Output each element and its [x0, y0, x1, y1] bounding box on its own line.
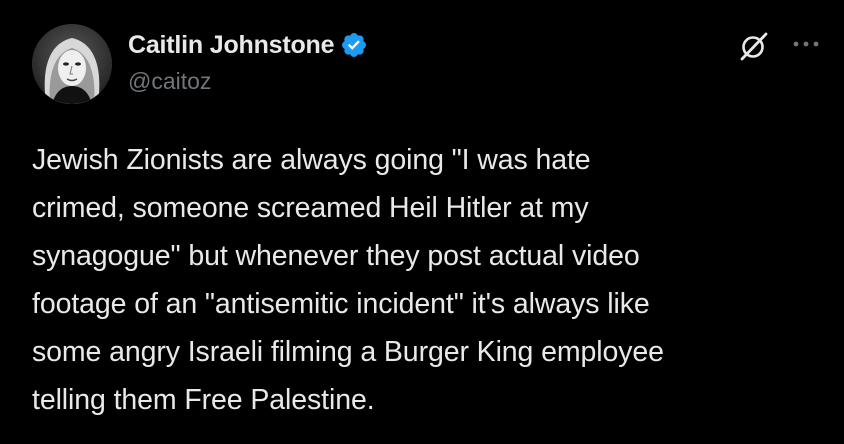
tweet-text-line: footage of an "antisemitic incident" it'… — [32, 288, 650, 320]
tweet-body: Jewish Zionists are always going "I was … — [32, 136, 822, 424]
avatar-image — [32, 24, 112, 104]
tweet-text-line: some angry Israeli filming a Burger King… — [32, 336, 664, 368]
author-handle[interactable]: @caitoz — [128, 68, 368, 95]
tweet-text-line: Jewish Zionists are always going "I was … — [32, 144, 591, 176]
tweet-text-line: crimed, someone screamed Heil Hitler at … — [32, 192, 589, 224]
verified-badge-icon[interactable] — [340, 31, 368, 59]
author-header: Caitlin Johnstone @caitoz — [128, 28, 368, 95]
tweet-text-line: synagogue" but whenever they post actual… — [32, 240, 640, 272]
more-options-icon[interactable] — [788, 34, 824, 54]
author-display-name[interactable]: Caitlin Johnstone — [128, 31, 335, 60]
tweet-text-line: telling them Free Palestine. — [32, 384, 375, 416]
tweet-card: Caitlin Johnstone @caitoz Jewish Zionist… — [0, 0, 844, 444]
name-row: Caitlin Johnstone — [128, 28, 368, 62]
author-avatar[interactable] — [32, 24, 112, 104]
grok-icon[interactable] — [736, 28, 772, 64]
